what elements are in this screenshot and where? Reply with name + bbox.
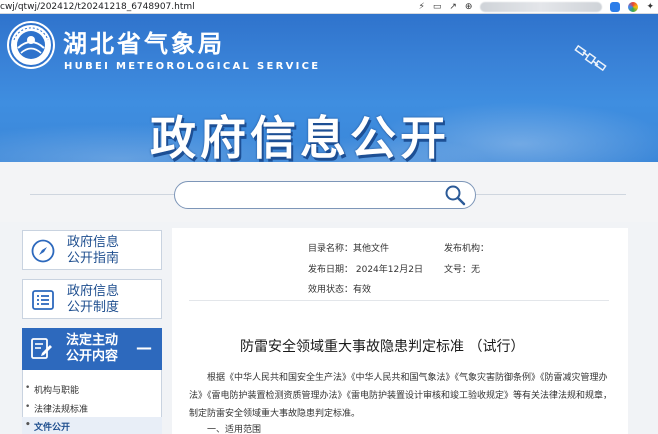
forward-icon[interactable]: ↗ [449, 0, 457, 14]
blurred-profile-area [480, 2, 603, 12]
sidebar-item-statutory[interactable]: 法定主动 公开内容 — [22, 328, 162, 370]
search-divider-right [476, 194, 626, 195]
search-icon[interactable] [443, 184, 467, 206]
puzzle-icon[interactable]: ✦ [646, 0, 654, 14]
sidebar-label-line2: 公开指南 [67, 251, 120, 266]
doc-section-heading: 一、适用范围 [207, 425, 262, 434]
share-icon[interactable]: ▭ [433, 0, 442, 14]
sidebar-label-line1: 政府信息 [67, 284, 120, 299]
color-extension-icon[interactable] [628, 2, 639, 12]
cma-logo-icon[interactable] [6, 20, 56, 70]
sidebar-label-line2: 公开制度 [67, 300, 120, 315]
doc-status: 效用状态：有效 [308, 285, 372, 295]
doc-title: 防雷安全领域重大事故隐患判定标准 （试行） [240, 339, 525, 355]
doc-number: 文号：无 [444, 265, 481, 275]
banner-title: 政府信息公开 [150, 111, 450, 162]
sidebar-item-system[interactable]: 政府信息 公开制度 [22, 279, 162, 319]
org-name-cn: 湖北省气象局 [63, 29, 225, 58]
search-divider-left [30, 194, 174, 195]
meta-divider [189, 300, 609, 301]
search-input[interactable] [187, 186, 437, 204]
browser-toolbar-icons: ⚡ ▭ ↗ ⊕ ✦ [419, 0, 654, 14]
sidebar-label-line2: 公开内容 [66, 349, 119, 364]
compass-icon [31, 239, 55, 263]
sidebar-item-guide[interactable]: 政府信息 公开指南 [22, 230, 162, 270]
site-header: 湖北省气象局 HUBEI METEOROLOGICAL SERVICE 政府信息… [0, 14, 658, 162]
sidebar-label-line1: 法定主动 [66, 333, 119, 348]
sidebar-label-line1: 政府信息 [67, 235, 120, 250]
browser-address-bar: cwj/qtwj/202412/t20241218_6748907.html ⚡… [0, 0, 658, 14]
doc-publisher: 发布机构： [444, 244, 490, 254]
doc-catalog: 目录名称：其他文件 [308, 244, 390, 254]
translate-icon[interactable]: ⊕ [465, 0, 473, 14]
list-icon [32, 290, 54, 310]
edit-icon [31, 338, 52, 359]
extension-icon[interactable] [610, 2, 621, 12]
doc-paragraph: 根据《中华人民共和国安全生产法》《中华人民共和国气象法》《气象灾害防御条例》《防… [189, 373, 613, 419]
subnav-item-institution[interactable]: 机构与职能 [25, 383, 79, 396]
satellite-icon [574, 44, 607, 72]
subnav-item-documents[interactable]: 文件公开 [25, 420, 70, 433]
address-url[interactable]: cwj/qtwj/202412/t20241218_6748907.html [0, 0, 195, 14]
bolt-icon[interactable]: ⚡ [419, 0, 425, 14]
doc-date: 发布日期： 2024年12月2日 [308, 265, 423, 275]
org-name-en: HUBEI METEOROLOGICAL SERVICE [64, 61, 321, 72]
collapse-toggle[interactable]: — [136, 338, 152, 358]
subnav-item-laws[interactable]: 法律法规标准 [25, 402, 88, 415]
search-box [174, 181, 476, 209]
